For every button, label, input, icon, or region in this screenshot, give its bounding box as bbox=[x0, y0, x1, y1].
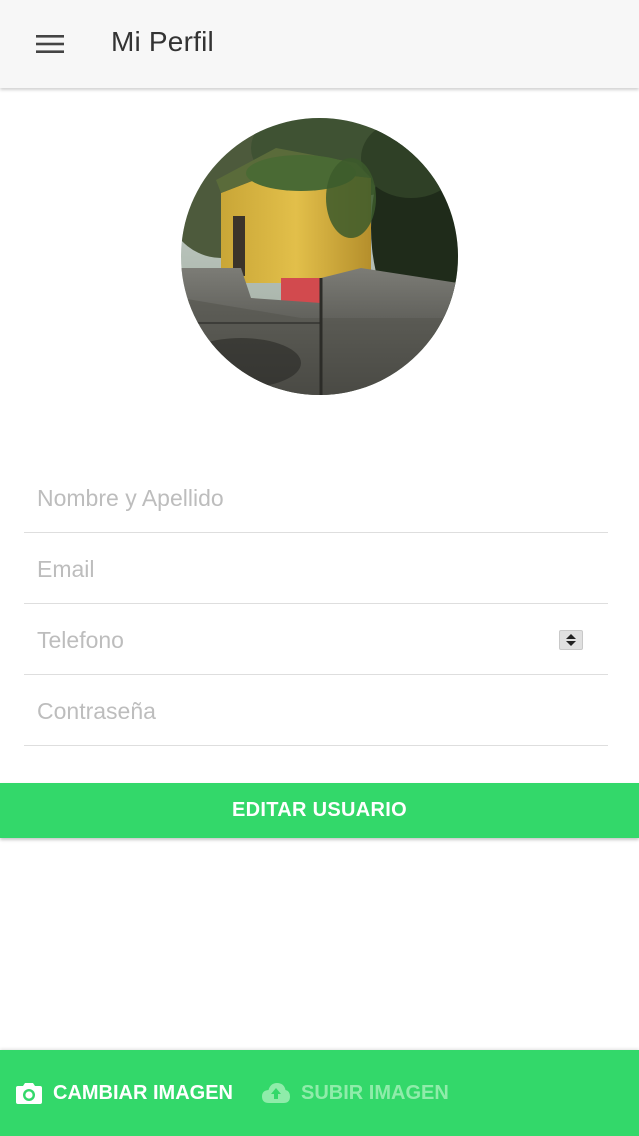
profile-avatar[interactable] bbox=[181, 118, 458, 395]
change-image-button[interactable]: CAMBIAR IMAGEN bbox=[15, 1074, 233, 1112]
name-field-row bbox=[24, 462, 608, 533]
cloud-upload-icon bbox=[262, 1083, 290, 1103]
password-input[interactable] bbox=[37, 689, 557, 733]
phone-input[interactable] bbox=[37, 618, 557, 662]
bottom-action-bar: CAMBIAR IMAGEN SUBIR IMAGEN bbox=[0, 1050, 639, 1136]
email-field-row bbox=[24, 533, 608, 604]
avatar-photo bbox=[181, 118, 458, 395]
app-header: Mi Perfil bbox=[0, 0, 639, 88]
password-field-row bbox=[24, 675, 608, 746]
upload-image-label: SUBIR IMAGEN bbox=[301, 1081, 449, 1104]
phone-stepper[interactable] bbox=[559, 630, 583, 650]
name-input[interactable] bbox=[37, 476, 557, 520]
email-input[interactable] bbox=[37, 547, 557, 591]
page-title: Mi Perfil bbox=[111, 26, 214, 57]
phone-field-row bbox=[24, 604, 608, 675]
edit-user-button[interactable]: EDITAR USUARIO bbox=[0, 783, 639, 838]
menu-button[interactable] bbox=[24, 24, 76, 64]
hamburger-menu-icon bbox=[36, 35, 64, 53]
stepper-arrows-icon bbox=[566, 634, 576, 646]
change-image-label: CAMBIAR IMAGEN bbox=[53, 1081, 233, 1104]
profile-form bbox=[24, 462, 608, 746]
upload-image-button[interactable]: SUBIR IMAGEN bbox=[261, 1074, 449, 1112]
camera-icon bbox=[16, 1083, 42, 1104]
